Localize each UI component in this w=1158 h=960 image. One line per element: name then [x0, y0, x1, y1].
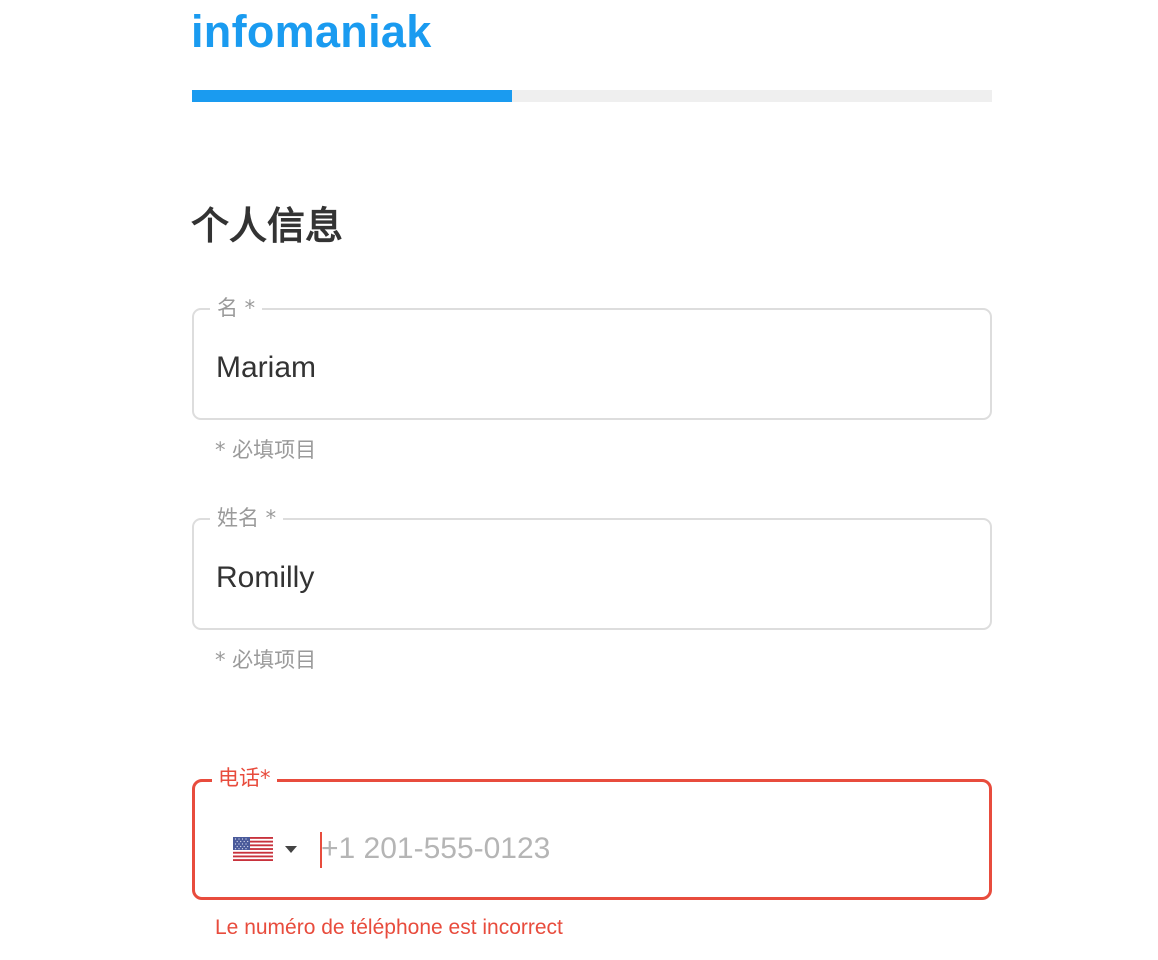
country-code-selector[interactable]	[233, 834, 305, 864]
phone-label: 电话*	[212, 764, 277, 792]
first-name-helper: * 必填项目	[215, 438, 317, 462]
text-cursor	[320, 832, 322, 868]
signup-progress-bar	[192, 90, 992, 102]
progress-bar-fill	[192, 90, 512, 102]
phone-input[interactable]	[319, 828, 959, 870]
phone-error-message: Le numéro de téléphone est incorrect	[215, 916, 563, 939]
first-name-label: 名 *	[210, 294, 263, 322]
last-name-field[interactable]: 姓名 * Romilly	[192, 504, 992, 630]
last-name-value[interactable]: Romilly	[216, 558, 314, 598]
us-flag-icon	[233, 837, 273, 861]
last-name-label: 姓名 *	[210, 504, 284, 532]
infomaniak-logo: infomaniak	[191, 6, 432, 57]
first-name-value[interactable]: Mariam	[216, 348, 316, 388]
first-name-field[interactable]: 名 * Mariam	[192, 294, 992, 420]
page-title: 个人信息	[191, 204, 344, 248]
last-name-helper: * 必填项目	[215, 648, 317, 672]
phone-field[interactable]: 电话*	[192, 764, 992, 900]
chevron-down-icon	[285, 845, 297, 853]
